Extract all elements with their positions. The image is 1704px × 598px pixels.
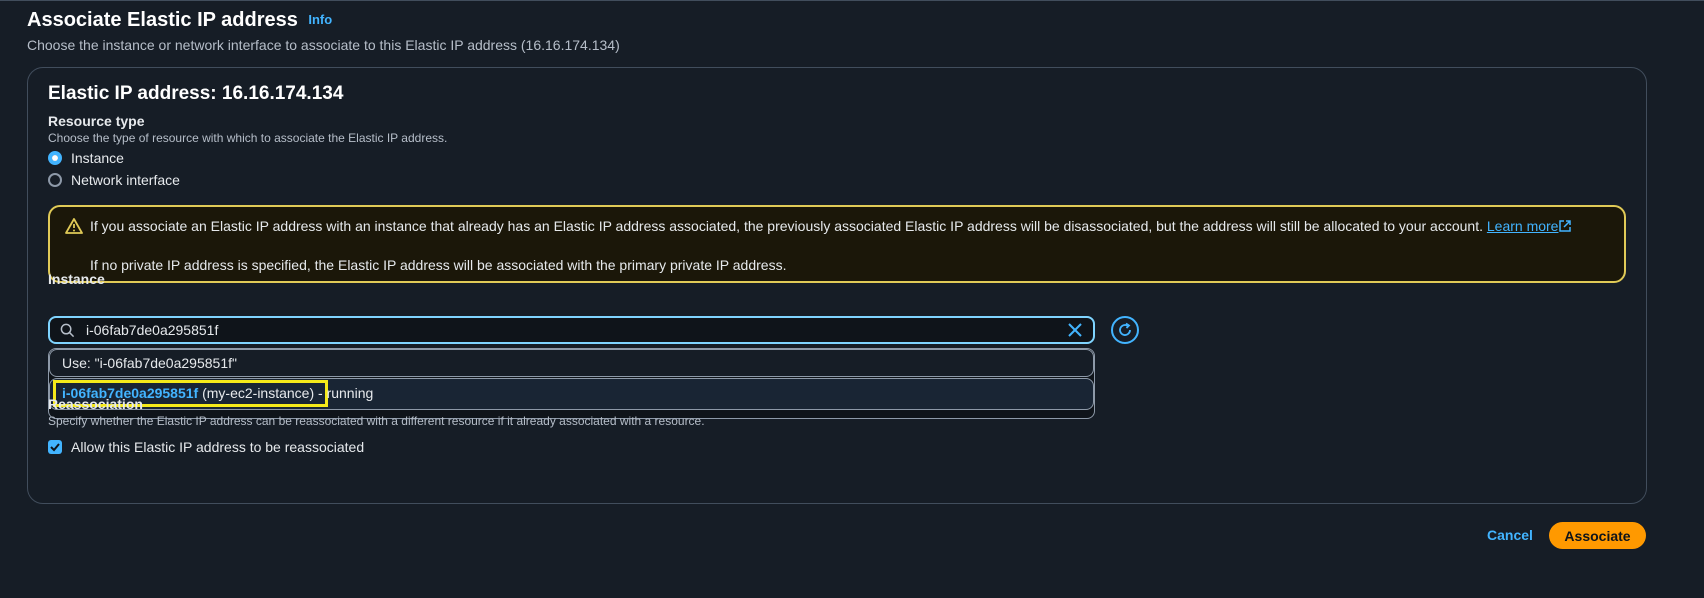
reassociation-description: Specify whether the Elastic IP address c… [48,414,705,428]
instance-state: - running [314,385,374,401]
use-option-label: Use: "i-06fab7de0a295851f" [62,355,237,371]
dropdown-use-option[interactable]: Use: "i-06fab7de0a295851f" [49,349,1094,377]
top-divider [0,0,1704,1]
page-description: Choose the instance or network interface… [27,37,620,53]
instance-name: (my-ec2-instance) [202,385,315,401]
radio-instance-label: Instance [71,150,124,166]
instance-search-input[interactable]: i-06fab7de0a295851f [48,316,1095,344]
radio-network-interface-label: Network interface [71,172,180,188]
radio-network-interface-control[interactable] [48,173,62,187]
panel-title: Elastic IP address: 16.16.174.134 [48,83,344,104]
alert-text-line2: If no private IP address is specified, t… [90,257,787,273]
resource-type-label: Resource type [48,113,145,129]
cancel-button[interactable]: Cancel [1487,527,1533,543]
reassociation-checkbox[interactable] [48,440,62,454]
alert-message: If you associate an Elastic IP address w… [90,218,1483,234]
elastic-ip-panel: Elastic IP address: 16.16.174.134 Resour… [27,67,1647,504]
dropdown-instance-option[interactable]: i-06fab7de0a295851f (my-ec2-instance) - … [49,378,1094,410]
resource-type-description: Choose the type of resource with which t… [48,131,448,145]
refresh-button[interactable] [1111,316,1139,344]
instance-search-value[interactable]: i-06fab7de0a295851f [86,322,218,338]
instance-label: Instance [48,271,105,287]
radio-instance[interactable]: Instance [48,150,124,166]
warning-icon [65,218,83,234]
refresh-icon [1119,322,1131,336]
reassociation-checkbox-row[interactable]: Allow this Elastic IP address to be reas… [48,439,364,455]
radio-network-interface[interactable]: Network interface [48,172,180,188]
warning-alert: If you associate an Elastic IP address w… [48,205,1626,283]
checkmark-icon [50,443,60,452]
radio-instance-control[interactable] [48,151,62,165]
external-link-icon [1559,220,1572,232]
learn-more-link[interactable]: Learn more [1487,218,1572,234]
instance-dropdown: Use: "i-06fab7de0a295851f" i-06fab7de0a2… [48,348,1095,419]
reassociation-label: Reassociation [48,396,143,412]
alert-text-line1: If you associate an Elastic IP address w… [90,218,1572,234]
page-title: Associate Elastic IP address [27,9,298,31]
associate-button[interactable]: Associate [1549,522,1646,549]
search-icon [60,323,75,338]
learn-more-label: Learn more [1486,218,1559,234]
page-header: Associate Elastic IP address Info Choose… [27,9,620,53]
clear-icon[interactable] [1067,322,1083,338]
info-link[interactable]: Info [308,12,332,27]
reassociation-checkbox-label: Allow this Elastic IP address to be reas… [71,439,365,455]
